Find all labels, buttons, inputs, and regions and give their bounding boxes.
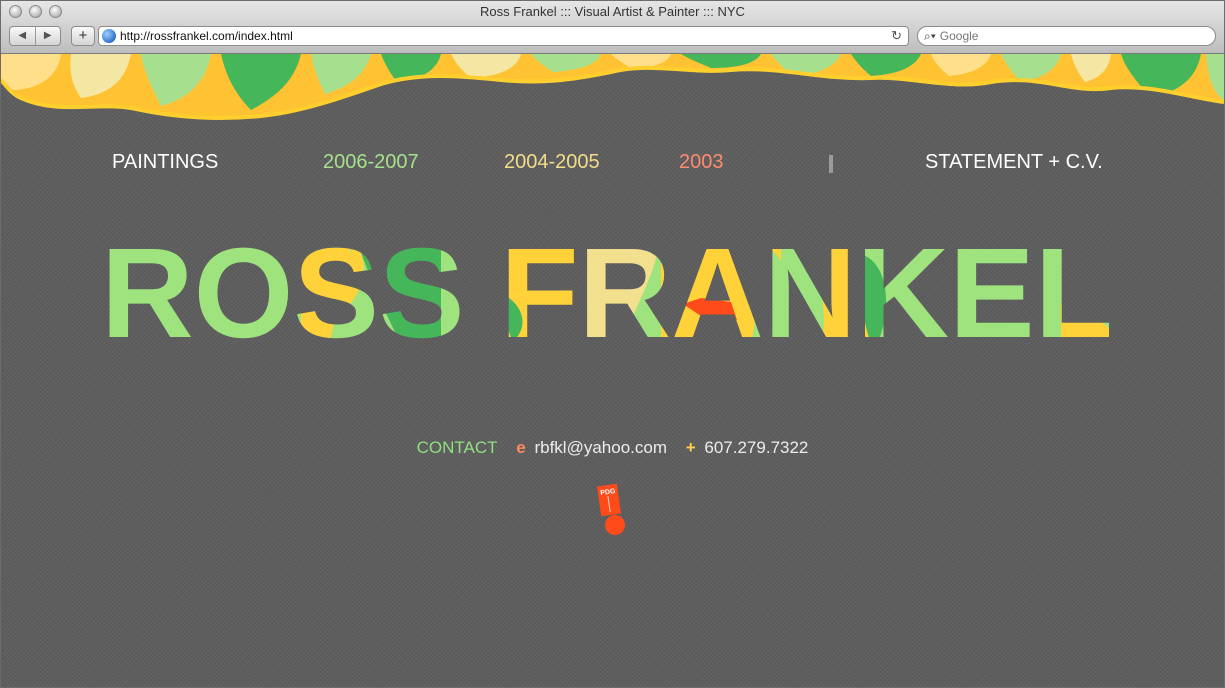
globe-icon [102, 29, 116, 43]
url-text[interactable]: http://rossfrankel.com/index.html [120, 29, 891, 43]
email-prefix: e [516, 438, 526, 457]
nav-2003[interactable]: 2003 [679, 151, 724, 174]
back-button[interactable]: ◀ [10, 27, 36, 45]
nav-2006-2007[interactable]: 2006-2007 [323, 151, 419, 174]
search-box[interactable]: ⌕▾ [917, 26, 1216, 46]
email-link[interactable]: rbfkl@yahoo.com [534, 438, 667, 457]
browser-window: Ross Frankel ::: Visual Artist & Painter… [0, 0, 1225, 688]
nav-divider [829, 155, 833, 173]
contact-line: CONTACT e rbfkl@yahoo.com + 607.279.7322 [1, 438, 1224, 458]
phone-number: 607.279.7322 [704, 438, 809, 457]
contact-label: CONTACT [416, 438, 498, 457]
search-icon: ⌕▾ [924, 28, 936, 43]
history-nav: ◀ ▶ [9, 26, 61, 46]
add-bookmark-button[interactable]: + [71, 26, 95, 46]
browser-chrome: Ross Frankel ::: Visual Artist & Painter… [1, 1, 1224, 54]
nav-statement-cv[interactable]: STATEMENT + C.V. [925, 151, 1103, 174]
forward-button[interactable]: ▶ [36, 27, 61, 45]
site-logo: ROSS FRANKEL [101, 224, 1113, 344]
window-title: Ross Frankel ::: Visual Artist & Painter… [480, 4, 745, 19]
phone-prefix: + [685, 438, 696, 457]
main-nav: PAINTINGS 2006-2007 2004-2005 2003 STATE… [1, 151, 1224, 177]
address-bar[interactable]: http://rossfrankel.com/index.html ↻ [98, 26, 909, 46]
nav-2004-2005[interactable]: 2004-2005 [504, 151, 600, 174]
mosaic-banner [1, 54, 1224, 120]
page-content: PAINTINGS 2006-2007 2004-2005 2003 STATE… [1, 54, 1224, 687]
nav-paintings[interactable]: PAINTINGS [112, 151, 218, 174]
reload-icon[interactable]: ↻ [891, 28, 902, 44]
pdg-badge-link[interactable]: PDG [593, 480, 633, 540]
search-input[interactable] [937, 28, 1215, 44]
